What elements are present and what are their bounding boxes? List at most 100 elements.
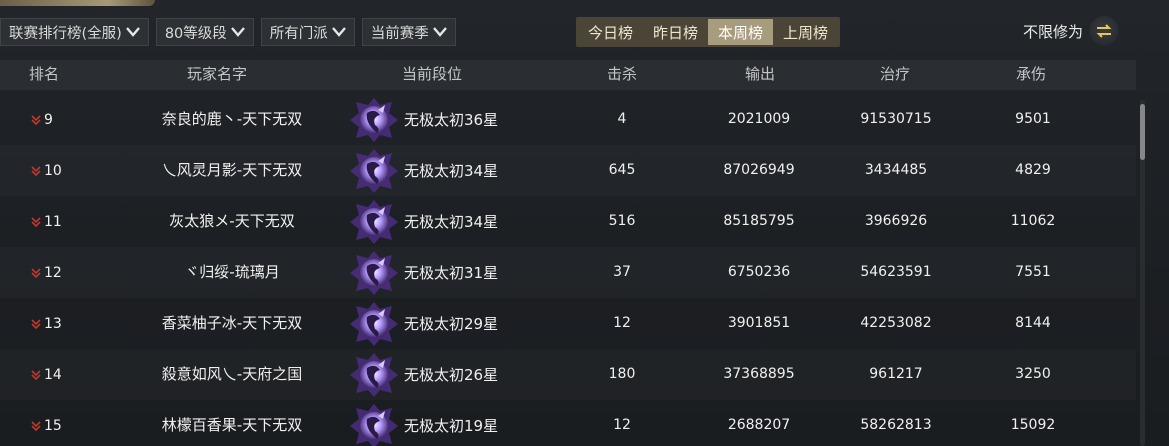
tier-emblem-icon — [348, 351, 400, 399]
rank-down-icon — [30, 165, 42, 177]
player-name[interactable]: 香菜柚子冰-天下无双 — [162, 298, 302, 349]
tier-cell: 无极太初26星 — [348, 349, 498, 400]
scrollbar-thumb[interactable] — [1140, 104, 1145, 160]
table-row[interactable]: 10 乀风灵月影-天下无双 无极太初34星 645 87026949 34344… — [0, 145, 1136, 196]
rank-value: 15 — [44, 417, 62, 434]
rank-value: 12 — [44, 264, 62, 281]
table-row[interactable]: 12 ヾ归绥-琉璃月 无极太初31星 37 6750236 54623591 7… — [0, 247, 1136, 298]
header-rank: 排名 — [28, 65, 60, 83]
tier-label: 无极太初29星 — [404, 315, 499, 333]
rank-cell: 12 — [30, 247, 62, 298]
tab-yesterday[interactable]: 昨日榜 — [643, 19, 709, 45]
tier-label: 无极太初26星 — [404, 366, 499, 384]
healing-value: 91530715 — [860, 111, 932, 127]
player-name[interactable]: 殺意如风乀-天府之国 — [162, 349, 302, 400]
tier-cell: 无极太初34星 — [348, 196, 498, 247]
rank-down-icon — [30, 267, 42, 279]
tier-emblem-icon — [348, 249, 400, 297]
header-player-name: 玩家名字 — [186, 65, 248, 83]
chevron-down-icon — [432, 27, 447, 37]
rank-cell: 9 — [30, 94, 53, 145]
kills-value: 4 — [617, 111, 627, 127]
kills-value: 37 — [613, 264, 631, 280]
damage-taken-value: 8144 — [1015, 315, 1051, 331]
header-damage-taken: 承伤 — [1015, 65, 1047, 83]
tier-emblem-icon — [348, 96, 400, 144]
rank-cell: 15 — [30, 400, 62, 446]
table-header: 排名 玩家名字 当前段位 击杀 输出 治疗 承伤 — [0, 60, 1136, 90]
healing-value: 58262813 — [860, 417, 932, 433]
tier-label: 无极太初36星 — [404, 111, 499, 129]
leaderboard-panel: 联赛排行榜(全服) 80等级段 所有门派 当前赛季 今日榜 昨日榜 本周榜 上周… — [0, 0, 1169, 446]
player-name[interactable]: 奈良的鹿丶-天下无双 — [162, 94, 302, 145]
damage-value: 87026949 — [723, 162, 795, 178]
level-filter-label: 80等级段 — [164, 25, 227, 42]
player-name[interactable]: 乀风灵月影-天下无双 — [162, 145, 302, 196]
rank-down-icon — [30, 318, 42, 330]
healing-value: 961217 — [869, 366, 923, 382]
swap-arrows-icon[interactable] — [1089, 16, 1120, 46]
ranking-list: 9 奈良的鹿丶-天下无双 无极太初36星 4 2021009 91530715 … — [0, 94, 1136, 446]
healing-value: 42253082 — [860, 315, 932, 331]
table-row[interactable]: 11 灰太狼メ-天下无双 无极太初34星 516 85185795 396692… — [0, 196, 1136, 247]
player-name[interactable]: 林檬百香果-天下无双 — [162, 400, 302, 446]
healing-value: 3434485 — [864, 162, 928, 178]
tier-emblem-icon — [348, 300, 400, 348]
rank-down-icon — [30, 216, 42, 228]
tier-cell: 无极太初29星 — [348, 298, 498, 349]
season-filter-dropdown[interactable]: 当前赛季 — [361, 18, 456, 46]
damage-taken-value: 7551 — [1015, 264, 1051, 280]
player-name[interactable]: 灰太狼メ-天下无双 — [169, 196, 294, 247]
tier-cell: 无极太初19星 — [348, 400, 498, 446]
tier-cell: 无极太初36星 — [348, 94, 498, 145]
table-row[interactable]: 13 香菜柚子冰-天下无双 无极太初29星 12 3901851 4225308… — [0, 298, 1136, 349]
healing-value: 54623591 — [860, 264, 932, 280]
league-filter-dropdown[interactable]: 联赛排行榜(全服) — [0, 18, 149, 46]
damage-taken-value: 3250 — [1015, 366, 1051, 382]
header-damage: 输出 — [744, 65, 776, 83]
season-filter-label: 当前赛季 — [370, 25, 429, 42]
kills-value: 180 — [608, 366, 636, 382]
damage-taken-value: 11062 — [1010, 213, 1056, 229]
scrollbar-track[interactable] — [1140, 100, 1145, 446]
table-row[interactable]: 14 殺意如风乀-天府之国 无极太初26星 180 37368895 96121… — [0, 349, 1136, 400]
damage-value: 85185795 — [723, 213, 795, 229]
damage-value: 3901851 — [727, 315, 791, 331]
tier-label: 无极太初34星 — [404, 213, 499, 231]
rank-value: 9 — [44, 111, 53, 128]
rank-cell: 13 — [30, 298, 62, 349]
kills-value: 516 — [608, 213, 636, 229]
sect-filter-label: 所有门派 — [269, 25, 328, 42]
player-name[interactable]: ヾ归绥-琉璃月 — [184, 247, 279, 298]
filter-bar: 联赛排行榜(全服) 80等级段 所有门派 当前赛季 — [0, 18, 456, 46]
tier-emblem-icon — [348, 402, 400, 446]
tier-label: 无极太初31星 — [404, 264, 499, 282]
damage-value: 37368895 — [723, 366, 795, 382]
cultivation-toggle[interactable]: 不限修为 — [1023, 16, 1120, 46]
rank-down-icon — [30, 114, 42, 126]
chevron-down-icon — [230, 27, 245, 37]
sect-filter-dropdown[interactable]: 所有门派 — [260, 18, 355, 46]
tier-emblem-icon — [348, 147, 400, 195]
table-row[interactable]: 9 奈良的鹿丶-天下无双 无极太初36星 4 2021009 91530715 … — [0, 94, 1136, 145]
level-filter-dropdown[interactable]: 80等级段 — [155, 18, 254, 46]
kills-value: 645 — [608, 162, 636, 178]
rank-value: 10 — [44, 162, 62, 179]
kills-value: 12 — [613, 315, 631, 331]
tab-this-week[interactable]: 本周榜 — [708, 19, 774, 45]
damage-value: 2688207 — [727, 417, 791, 433]
tier-cell: 无极太初34星 — [348, 145, 498, 196]
table-row[interactable]: 15 林檬百香果-天下无双 无极太初19星 12 2688207 5826281… — [0, 400, 1136, 446]
healing-value: 3966926 — [864, 213, 928, 229]
tab-today[interactable]: 今日榜 — [578, 19, 644, 45]
rank-cell: 11 — [30, 196, 62, 247]
damage-taken-value: 15092 — [1010, 417, 1056, 433]
damage-taken-value: 4829 — [1015, 162, 1051, 178]
tab-last-week[interactable]: 上周榜 — [773, 19, 839, 45]
kills-value: 12 — [613, 417, 631, 433]
header-tier: 当前段位 — [401, 65, 463, 83]
damage-value: 6750236 — [727, 264, 791, 280]
header-kills: 击杀 — [606, 65, 638, 83]
rank-cell: 14 — [30, 349, 62, 400]
damage-taken-value: 9501 — [1015, 111, 1051, 127]
